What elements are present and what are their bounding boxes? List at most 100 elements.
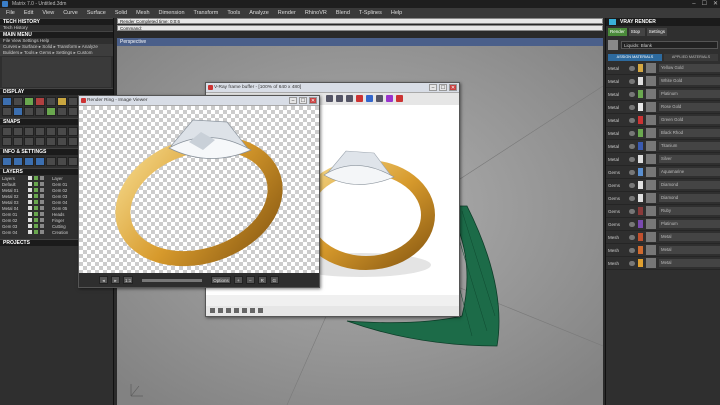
maximize-icon[interactable]: ☐	[439, 84, 447, 91]
layer-lock-icon[interactable]	[40, 218, 44, 222]
close-icon[interactable]: ✕	[449, 84, 457, 91]
info-button[interactable]	[57, 157, 67, 166]
material-row[interactable]: Metal Platinum	[606, 88, 720, 101]
menu-item-curve[interactable]: Curve	[61, 8, 80, 18]
eye-icon[interactable]	[629, 78, 635, 84]
actual-size-button[interactable]: 1:1	[123, 276, 134, 284]
info-button[interactable]	[2, 157, 12, 166]
material-row[interactable]: Metal Rose Gold	[606, 101, 720, 114]
eye-icon[interactable]	[629, 208, 635, 214]
material-row[interactable]: Metal Black Rhod	[606, 127, 720, 140]
vfb-title-bar[interactable]: V-Ray frame buffer - [100% of 640 x 480]…	[206, 83, 459, 93]
eye-icon[interactable]	[629, 221, 635, 227]
snap-button[interactable]	[35, 137, 45, 146]
snap-button[interactable]	[13, 127, 23, 136]
material-color-swatch[interactable]	[638, 116, 643, 124]
layer-visible-icon[interactable]	[34, 218, 38, 222]
display-tool-button[interactable]	[35, 107, 45, 116]
menu-item-edit[interactable]: Edit	[22, 8, 35, 18]
material-color-swatch[interactable]	[638, 103, 643, 111]
green-button[interactable]: G	[269, 276, 279, 284]
material-row[interactable]: Gems Diamond	[606, 192, 720, 205]
menu-item-transform[interactable]: Transform	[192, 8, 221, 18]
material-color-swatch[interactable]	[638, 129, 643, 137]
eye-icon[interactable]	[629, 117, 635, 123]
maximize-icon[interactable]: ☐	[299, 97, 307, 104]
eye-icon[interactable]	[629, 260, 635, 266]
zoom-in-button[interactable]: +	[233, 276, 243, 284]
material-color-swatch[interactable]	[638, 90, 643, 98]
material-color-swatch[interactable]	[638, 194, 643, 202]
menu-item-analyze[interactable]: Analyze	[247, 8, 271, 18]
material-color-swatch[interactable]	[638, 207, 643, 215]
eye-icon[interactable]	[629, 156, 635, 162]
display-tool-button[interactable]	[24, 97, 34, 106]
info-button[interactable]	[46, 157, 56, 166]
menu-item-blend[interactable]: Blend	[334, 8, 352, 18]
snap-button[interactable]	[57, 137, 67, 146]
display-header[interactable]: DISPLAY	[0, 88, 113, 95]
region-icon[interactable]	[386, 95, 393, 102]
layer-visible-icon[interactable]	[34, 206, 38, 210]
layer-lock-icon[interactable]	[40, 188, 44, 192]
menu-item-file[interactable]: File	[4, 8, 17, 18]
channel-icon[interactable]	[326, 95, 333, 102]
options-button[interactable]: Options	[211, 276, 231, 284]
snap-button[interactable]	[2, 127, 12, 136]
display-tool-button[interactable]	[2, 107, 12, 116]
stop-button[interactable]: Stop	[628, 28, 645, 36]
info-button[interactable]	[68, 157, 78, 166]
clear-icon[interactable]	[346, 95, 353, 102]
menu-item-mesh[interactable]: Mesh	[134, 8, 151, 18]
display-tool-button[interactable]	[35, 97, 45, 106]
vfb-status-icon[interactable]	[218, 308, 223, 313]
layer-color-swatch[interactable]	[28, 176, 32, 180]
tab-applied-materials[interactable]: APPLIED MATERIALS	[664, 54, 718, 61]
info-button[interactable]	[24, 157, 34, 166]
material-color-swatch[interactable]	[638, 142, 643, 150]
layer-color-swatch[interactable]	[28, 194, 32, 198]
blue-channel-icon[interactable]	[366, 95, 373, 102]
next-button[interactable]: ▸	[111, 276, 120, 284]
display-tool-button[interactable]	[57, 97, 67, 106]
display-tool-button[interactable]	[46, 97, 56, 106]
main-menu-row[interactable]: Builders ▸ Tools ▸ Gems ▸ Settings ▸ Cus…	[0, 50, 113, 56]
zoom-slider[interactable]	[142, 278, 203, 282]
snap-button[interactable]	[46, 127, 56, 136]
display-tool-button[interactable]	[2, 97, 12, 106]
layer-lock-icon[interactable]	[40, 230, 44, 234]
menu-item-surface[interactable]: Surface	[85, 8, 108, 18]
material-color-swatch[interactable]	[638, 64, 643, 72]
vfb-status-icon[interactable]	[234, 308, 239, 313]
material-row[interactable]: Gems Ruby	[606, 205, 720, 218]
red-channel-icon[interactable]	[356, 95, 363, 102]
layer-lock-icon[interactable]	[40, 224, 44, 228]
viewer-title-bar[interactable]: Render Ring - Image Viewer – ☐ ✕	[79, 96, 319, 106]
maximize-icon[interactable]: ☐	[702, 0, 707, 8]
material-row[interactable]: Mesh Metal	[606, 231, 720, 244]
layer-color-swatch[interactable]	[28, 200, 32, 204]
layer-lock-icon[interactable]	[40, 212, 44, 216]
vfb-status-icon[interactable]	[226, 308, 231, 313]
minimize-icon[interactable]: –	[429, 84, 437, 91]
eye-icon[interactable]	[629, 130, 635, 136]
layer-lock-icon[interactable]	[40, 182, 44, 186]
tech-history-header[interactable]: TECH HISTORY	[0, 18, 113, 25]
layer-visible-icon[interactable]	[34, 182, 38, 186]
minimize-icon[interactable]: –	[692, 0, 695, 8]
render-button[interactable]: Render	[608, 28, 627, 36]
close-icon[interactable]: ✕	[309, 97, 317, 104]
snap-button[interactable]	[24, 127, 34, 136]
info-button[interactable]	[35, 157, 45, 166]
vfb-status-icon[interactable]	[210, 308, 215, 313]
display-tool-button[interactable]	[68, 107, 78, 116]
layer-visible-icon[interactable]	[34, 188, 38, 192]
layer-lock-icon[interactable]	[40, 206, 44, 210]
save-icon[interactable]	[336, 95, 343, 102]
snap-button[interactable]	[2, 137, 12, 146]
material-color-swatch[interactable]	[638, 181, 643, 189]
snap-button[interactable]	[68, 137, 78, 146]
menu-item-rhinovr[interactable]: RhinoVR	[303, 8, 329, 18]
layer-visible-icon[interactable]	[34, 230, 38, 234]
prev-button[interactable]: ◂	[99, 276, 108, 284]
